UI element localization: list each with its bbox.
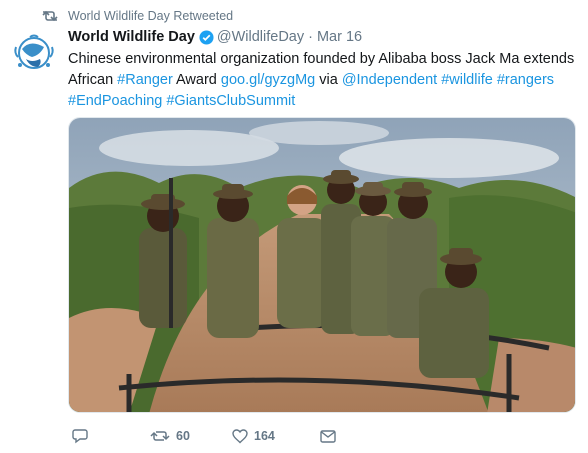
tweet-text-line-1: Chinese environmental organization found… xyxy=(68,51,575,67)
verified-badge-icon xyxy=(199,29,214,45)
hashtag-rangers[interactable]: #rangers xyxy=(497,72,554,88)
tweet-text-line-2: African #Ranger Award goo.gl/gyzgMg via … xyxy=(68,70,576,91)
retweeted-by-text[interactable]: World Wildlife Day Retweeted xyxy=(68,9,233,23)
hashtag-ranger[interactable]: #Ranger xyxy=(117,72,173,88)
like-count: 164 xyxy=(254,429,275,443)
separator-dot: · xyxy=(308,29,313,45)
tweet-photo[interactable] xyxy=(68,117,576,413)
wildlife-day-logo-icon xyxy=(12,31,56,75)
retweet-button[interactable]: 60 xyxy=(150,429,232,443)
avatar[interactable] xyxy=(10,29,58,77)
rangers-photo xyxy=(69,118,575,412)
tweet-timestamp[interactable]: Mar 16 xyxy=(317,29,362,45)
text-fragment: Award xyxy=(172,72,221,88)
hashtag-giantsclub[interactable]: #GiantsClubSummit xyxy=(166,93,295,109)
retweet-icon xyxy=(150,431,170,441)
text-fragment: via xyxy=(315,72,342,88)
tweet-content: World Wildlife Day @WildlifeDay · Mar 16… xyxy=(68,27,576,112)
direct-message-button[interactable] xyxy=(320,429,336,443)
reply-icon xyxy=(72,429,88,444)
text-fragment: African xyxy=(68,72,118,88)
author-name[interactable]: World Wildlife Day xyxy=(68,29,195,45)
envelope-icon xyxy=(320,429,336,443)
mention-independent[interactable]: @Independent xyxy=(342,72,437,88)
like-button[interactable]: 164 xyxy=(232,428,320,444)
author-handle[interactable]: @WildlifeDay xyxy=(217,29,304,45)
retweet-icon xyxy=(42,10,58,22)
short-link[interactable]: goo.gl/gyzgMg xyxy=(221,72,315,88)
tweet-header: World Wildlife Day @WildlifeDay · Mar 16 xyxy=(68,27,576,47)
retweeted-by-line: World Wildlife Day Retweeted xyxy=(40,7,233,25)
tweet-text-line-3: #EndPoaching #GiantsClubSummit xyxy=(68,91,576,112)
hashtag-wildlife[interactable]: #wildlife xyxy=(441,72,493,88)
tweet-card[interactable]: World Wildlife Day Retweeted World Wildl… xyxy=(0,0,588,453)
retweet-count: 60 xyxy=(176,429,190,443)
hashtag-endpoaching[interactable]: #EndPoaching xyxy=(68,93,162,109)
tweet-actions: 60 164 xyxy=(72,424,336,448)
heart-icon xyxy=(232,428,248,443)
reply-button[interactable] xyxy=(72,428,150,444)
tweet-text: Chinese environmental organization found… xyxy=(68,49,576,112)
